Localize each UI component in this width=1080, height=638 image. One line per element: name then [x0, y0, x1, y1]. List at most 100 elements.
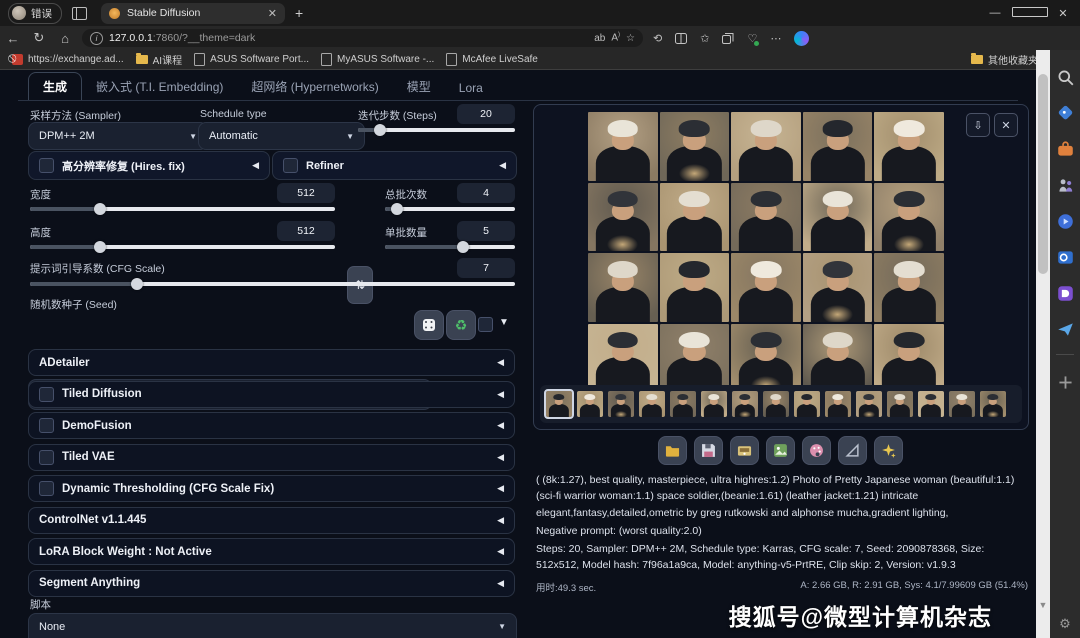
- generated-image[interactable]: [588, 183, 658, 252]
- generated-image[interactable]: [731, 253, 801, 322]
- sidebar-search-icon[interactable]: [1057, 69, 1074, 86]
- sidebar-tools-icon[interactable]: [1057, 141, 1074, 158]
- send-to-extras-button[interactable]: [838, 436, 867, 465]
- checkbox[interactable]: [39, 418, 54, 433]
- site-info-icon[interactable]: i: [90, 32, 103, 45]
- refiner-toggle[interactable]: Refiner ◀: [272, 151, 517, 180]
- save-button[interactable]: [694, 436, 723, 465]
- cfg-scale-slider[interactable]: [30, 282, 515, 286]
- save-zip-button[interactable]: [730, 436, 759, 465]
- accordion-lora-block-weight-not-active[interactable]: LoRA Block Weight : Not Active◀: [28, 538, 515, 565]
- copilot-icon[interactable]: [794, 31, 809, 46]
- sidebar-copilot-play-icon[interactable]: [1057, 213, 1074, 230]
- bookmark-item[interactable]: AI课程: [136, 52, 182, 67]
- translate-icon[interactable]: ab: [594, 33, 605, 44]
- restore-button[interactable]: [1012, 7, 1046, 20]
- generated-image[interactable]: [874, 112, 944, 181]
- generated-image[interactable]: [588, 253, 658, 322]
- browser-tab[interactable]: Stable Diffusion ✕: [101, 3, 285, 24]
- steps-input[interactable]: 20: [457, 104, 515, 124]
- sidebar-drop-icon[interactable]: [1057, 321, 1074, 338]
- favorites-list-icon[interactable]: ✩: [700, 32, 709, 45]
- generated-image[interactable]: [588, 112, 658, 181]
- address-bar[interactable]: i 127.0.0.1:7860/?__theme=dark ab A) ☆: [82, 29, 643, 47]
- checkbox[interactable]: [283, 158, 298, 173]
- bookmark-item[interactable]: McAfee LiveSafe: [446, 53, 538, 66]
- generated-image[interactable]: [660, 324, 730, 393]
- random-seed-button[interactable]: [414, 310, 444, 340]
- gallery-thumbnail[interactable]: [918, 391, 944, 417]
- generated-image[interactable]: [660, 253, 730, 322]
- sidebar-settings-gear-icon[interactable]: ⚙: [1059, 616, 1071, 632]
- batch-count-input[interactable]: 4: [457, 183, 515, 203]
- send-to-inpaint-button[interactable]: [802, 436, 831, 465]
- sidebar-shopping-icon[interactable]: [1057, 105, 1074, 122]
- accordion-dynamic-thresholding-cfg-scale-fix-[interactable]: Dynamic Thresholding (CFG Scale Fix)◀: [28, 475, 515, 502]
- scrollbar-thumb[interactable]: [1038, 74, 1048, 274]
- checkbox[interactable]: [39, 481, 54, 496]
- batch-size-slider[interactable]: [385, 245, 515, 249]
- favorite-star-icon[interactable]: ☆: [626, 33, 635, 44]
- refresh-button[interactable]: ↻: [26, 30, 52, 46]
- gallery-thumbnail[interactable]: [701, 391, 727, 417]
- gallery-thumbnail[interactable]: [887, 391, 913, 417]
- close-gallery-button[interactable]: ✕: [994, 113, 1018, 137]
- generated-image[interactable]: [874, 324, 944, 393]
- gallery-thumbnail[interactable]: [670, 391, 696, 417]
- hires-fix-toggle[interactable]: 高分辨率修复 (Hires. fix) ◀: [28, 151, 270, 180]
- read-aloud-icon[interactable]: A): [611, 32, 620, 43]
- accordion-segment-anything[interactable]: Segment Anything◀: [28, 570, 515, 597]
- extra-seed-checkbox[interactable]: [478, 317, 493, 332]
- open-folder-button[interactable]: [658, 436, 687, 465]
- tab-close-icon[interactable]: ✕: [268, 7, 277, 20]
- seed-dropdown-icon[interactable]: ▼: [499, 317, 509, 328]
- other-favorites-button[interactable]: 其他收藏夹: [988, 52, 1038, 67]
- generated-image[interactable]: [660, 183, 730, 252]
- close-button[interactable]: ✕: [1046, 7, 1080, 20]
- gallery-thumbnail[interactable]: [856, 391, 882, 417]
- batch-size-input[interactable]: 5: [457, 221, 515, 241]
- gallery-thumbnail[interactable]: [825, 391, 851, 417]
- gallery-thumbnail[interactable]: [732, 391, 758, 417]
- gallery-thumbnail[interactable]: [794, 391, 820, 417]
- bookmark-item[interactable]: MyASUS Software -...: [321, 53, 434, 66]
- sidebar-add-icon[interactable]: [1057, 374, 1074, 391]
- generated-image[interactable]: [874, 183, 944, 252]
- gallery-thumbnail[interactable]: [546, 391, 572, 417]
- accordion-controlnet-v1-1-445[interactable]: ControlNet v1.1.445◀: [28, 507, 515, 534]
- script-dropdown[interactable]: None ▼: [28, 613, 517, 638]
- gallery-thumbnail[interactable]: [608, 391, 634, 417]
- back-button[interactable]: ←: [0, 31, 26, 46]
- accordion-demofusion[interactable]: DemoFusion◀: [28, 412, 515, 439]
- sidebar-games-icon[interactable]: [1057, 177, 1074, 194]
- profile-button[interactable]: 错误: [8, 3, 62, 24]
- accordion-tiled-vae[interactable]: Tiled VAE◀: [28, 444, 515, 471]
- browser-essentials-icon[interactable]: ♡: [747, 32, 757, 45]
- reuse-seed-button[interactable]: ♻: [446, 310, 476, 340]
- generated-image[interactable]: [731, 112, 801, 181]
- sync-icon[interactable]: ⟲: [653, 32, 662, 45]
- width-input[interactable]: 512: [277, 183, 335, 203]
- batch-count-slider[interactable]: [385, 207, 515, 211]
- send-to-img2img-button[interactable]: [766, 436, 795, 465]
- download-image-button[interactable]: ⇩: [966, 113, 990, 137]
- tab-2[interactable]: 超网络 (Hypernetworks): [237, 73, 392, 100]
- sidebar-designer-icon[interactable]: [1057, 285, 1074, 302]
- minimize-button[interactable]: —: [978, 7, 1012, 19]
- cfg-scale-input[interactable]: 7: [457, 258, 515, 278]
- scroll-down-arrow-icon[interactable]: ▼: [1036, 600, 1050, 610]
- tab-generate[interactable]: 生成: [28, 72, 82, 100]
- sidebar-outlook-icon[interactable]: [1057, 249, 1074, 266]
- gallery-thumbnail[interactable]: [639, 391, 665, 417]
- generated-image[interactable]: [803, 324, 873, 393]
- accordion-tiled-diffusion[interactable]: Tiled Diffusion◀: [28, 381, 515, 408]
- bookmark-item[interactable]: https://exchange.ad...: [12, 54, 124, 65]
- home-button[interactable]: ⌂: [52, 31, 78, 46]
- sampler-dropdown[interactable]: DPM++ 2M ▼: [28, 122, 208, 150]
- generated-image[interactable]: [731, 324, 801, 393]
- tab-1[interactable]: 嵌入式 (T.I. Embedding): [82, 73, 237, 100]
- generated-image[interactable]: [874, 253, 944, 322]
- settings-menu-icon[interactable]: ⋯: [770, 32, 781, 45]
- steps-slider[interactable]: [358, 128, 515, 132]
- checkbox[interactable]: [39, 450, 54, 465]
